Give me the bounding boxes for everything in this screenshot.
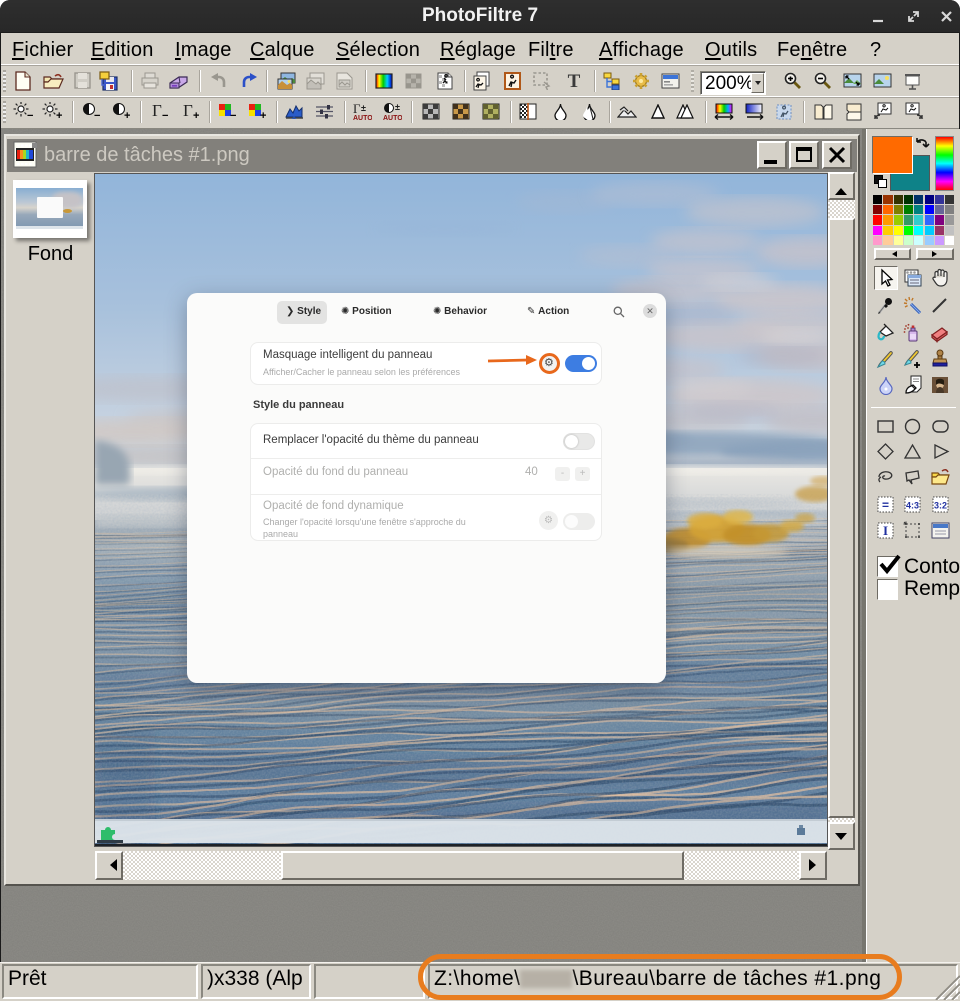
svg-text:Γ: Γ [353,102,361,116]
svg-text:Γ: Γ [183,102,193,120]
svg-text:−: − [230,110,236,121]
svg-text:I: I [883,523,888,538]
svg-text:+: + [56,110,62,121]
svg-text:+: + [124,110,130,121]
svg-text:+: + [193,110,199,121]
svg-text:4:3: 4:3 [906,501,919,511]
svg-text:−: − [94,110,100,121]
svg-text:AUTO: AUTO [383,115,402,122]
svg-text:T: T [568,72,581,89]
svg-text:−: − [162,110,168,121]
svg-text:=: = [882,498,889,512]
svg-text:+: + [260,110,266,121]
svg-text:±: ± [395,102,400,112]
svg-text:Γ: Γ [152,102,162,120]
svg-text:−: − [27,110,33,121]
svg-text:±: ± [361,103,366,113]
svg-text:3:2: 3:2 [934,501,947,511]
svg-text:AUTO: AUTO [353,115,372,122]
